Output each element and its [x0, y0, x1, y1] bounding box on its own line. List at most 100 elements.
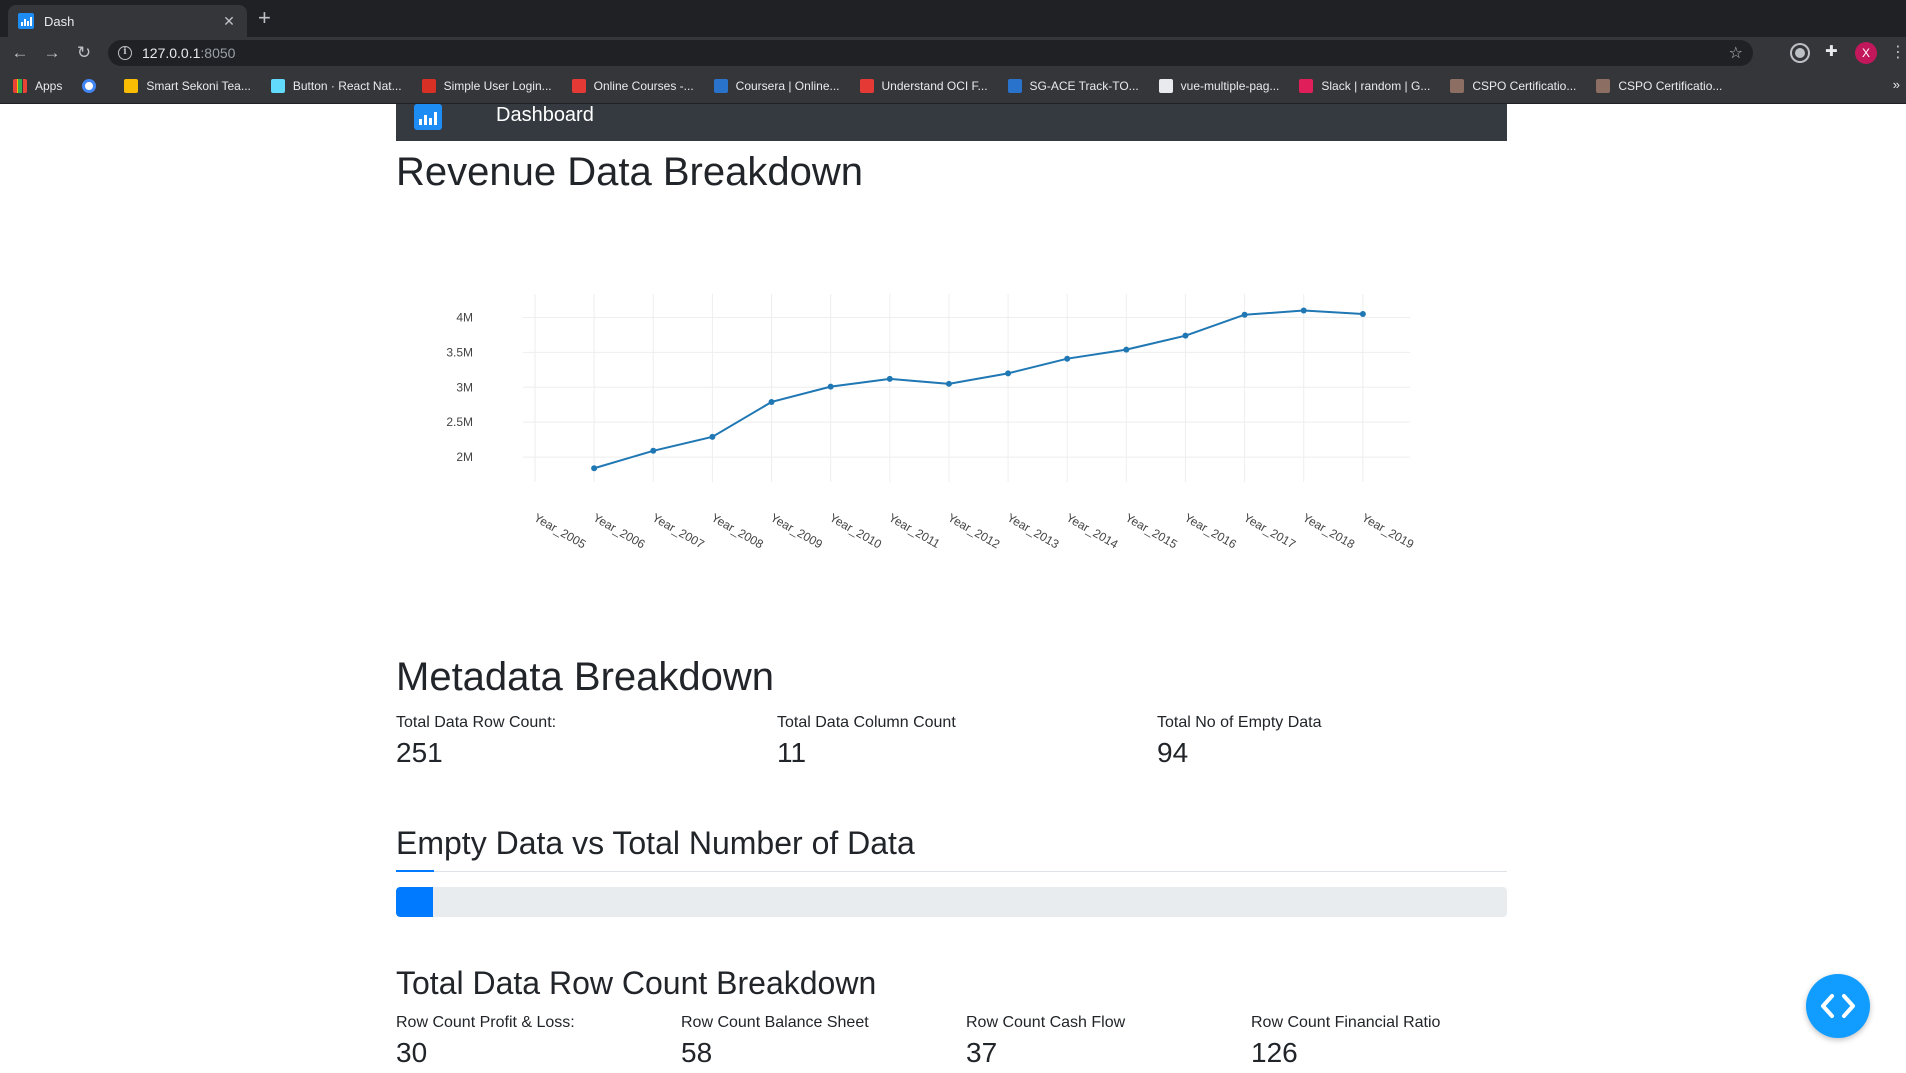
- x-tick-label: Year_2012: [945, 510, 1002, 551]
- bookmark-item[interactable]: SG-ACE Track-TO...: [1007, 78, 1139, 93]
- bookmark-item[interactable]: [82, 78, 104, 93]
- bookmark-item[interactable]: Apps: [13, 78, 62, 93]
- x-tick-label: Year_2011: [886, 510, 942, 551]
- row-count-cash-flow-stat: Row Count Cash Flow 37: [966, 1014, 1125, 1069]
- bookmark-favicon-icon: [1158, 78, 1173, 93]
- row-count-balance-sheet-stat: Row Count Balance Sheet 58: [681, 1014, 869, 1069]
- total-empty-data-stat: Total No of Empty Data 94: [1157, 714, 1322, 769]
- profile-avatar[interactable]: X: [1855, 42, 1877, 64]
- bookmark-item[interactable]: Online Courses -...: [571, 78, 694, 93]
- x-tick-label: Year_2008: [709, 510, 766, 551]
- x-tick-label: Year_2005: [532, 510, 589, 551]
- back-icon[interactable]: ←: [8, 41, 32, 65]
- bookmark-star-icon[interactable]: ☆: [1729, 43, 1743, 63]
- data-point: [1359, 311, 1366, 318]
- x-tick-label: Year_2014: [1064, 510, 1121, 551]
- bookmark-label: Button · React Nat...: [292, 78, 402, 93]
- data-point: [886, 375, 893, 382]
- site-info-icon[interactable]: i: [118, 46, 132, 60]
- bookmark-item[interactable]: Button · React Nat...: [270, 78, 402, 93]
- bookmark-label: Slack | random | G...: [1321, 78, 1431, 93]
- browser-menu-icon[interactable]: ⋮: [1890, 42, 1906, 62]
- extensions-puzzle-icon[interactable]: ✚: [1825, 42, 1841, 60]
- stat-label: Row Count Financial Ratio: [1251, 1014, 1441, 1031]
- revenue-line-chart[interactable]: 2M2.5M3M3.5M4M Year_2005 Year_2006 Year_20…: [396, 290, 1507, 630]
- bookmark-favicon-icon: [82, 78, 97, 93]
- bookmark-item[interactable]: vue-multiple-pag...: [1158, 78, 1279, 93]
- data-point: [1300, 307, 1307, 314]
- browser-toolbar: ← → ↻ i 127.0.0.1:8050 ☆ ✚ X ⋮: [0, 37, 1906, 68]
- dash-debug-button[interactable]: [1806, 974, 1870, 1038]
- x-tick-label: Year_2013: [1005, 510, 1062, 551]
- browser-tabstrip: Dash ✕ +: [0, 0, 1906, 37]
- stat-value: 94: [1157, 737, 1189, 768]
- empty-vs-total-title: Empty Data vs Total Number of Data: [396, 825, 915, 861]
- data-point: [1005, 370, 1012, 377]
- bookmark-item[interactable]: Simple User Login...: [421, 78, 552, 93]
- bookmark-item[interactable]: Coursera | Online...: [713, 78, 840, 93]
- extension-record-icon[interactable]: [1792, 45, 1808, 61]
- address-bar[interactable]: i 127.0.0.1:8050 ☆: [108, 40, 1753, 66]
- url-port: :8050: [200, 45, 236, 61]
- browser-tab[interactable]: Dash ✕: [8, 5, 247, 37]
- close-tab-icon[interactable]: ✕: [221, 13, 237, 30]
- total-row-count-stat: Total Data Row Count: 251: [396, 714, 556, 769]
- bookmark-item[interactable]: CSPO Certificatio...: [1596, 78, 1722, 93]
- revenue-title: Revenue Data Breakdown: [396, 150, 863, 194]
- url-host: 127.0.0.1: [142, 45, 201, 61]
- tab-title: Dash: [44, 13, 75, 29]
- bookmark-label: CSPO Certificatio...: [1472, 78, 1577, 93]
- data-point: [945, 380, 952, 387]
- more-bookmarks-icon[interactable]: »: [1893, 77, 1900, 92]
- apps-grid-icon: [13, 78, 27, 93]
- bookmark-item[interactable]: Understand OCI F...: [859, 78, 988, 93]
- data-point: [591, 465, 598, 472]
- bookmark-favicon-icon: [1299, 78, 1314, 93]
- chart-x-ticks: Year_2005 Year_2006 Year_2007 Year_2008 Year…: [532, 510, 1417, 551]
- data-point: [1182, 332, 1189, 339]
- bookmark-favicon-icon: [1007, 78, 1022, 93]
- bookmark-label: Coursera | Online...: [735, 78, 840, 93]
- forward-icon[interactable]: →: [40, 41, 64, 65]
- bookmark-label: Smart Sekoni Tea...: [146, 78, 251, 93]
- stat-label: Row Count Balance Sheet: [681, 1014, 869, 1031]
- bookmark-item[interactable]: Slack | random | G...: [1299, 78, 1431, 93]
- y-tick-label: 4M: [456, 311, 473, 325]
- y-tick-label: 3.5M: [446, 345, 473, 359]
- new-tab-icon[interactable]: +: [258, 6, 271, 30]
- y-tick-label: 2.5M: [446, 415, 473, 429]
- reload-icon[interactable]: ↻: [72, 41, 96, 65]
- data-point: [650, 447, 657, 454]
- stat-value: 37: [966, 1037, 998, 1068]
- bookmark-favicon-icon: [859, 78, 874, 93]
- navbar-brand[interactable]: Dashboard: [496, 104, 594, 127]
- section-divider: [396, 871, 1507, 872]
- bookmarks-bar: Apps Smart Sekoni Tea... Button · React Na…: [0, 68, 1906, 104]
- x-tick-label: Year_2006: [591, 510, 648, 551]
- metadata-title: Metadata Breakdown: [396, 655, 775, 699]
- stat-label: Total No of Empty Data: [1157, 714, 1322, 731]
- bookmark-item[interactable]: Smart Sekoni Tea...: [124, 78, 251, 93]
- bookmark-favicon-icon: [270, 78, 285, 93]
- active-tab-indicator: [396, 870, 434, 872]
- progress-bar-fill: [396, 887, 433, 917]
- bookmark-favicon-icon: [124, 78, 139, 93]
- code-brackets-icon: [1821, 994, 1855, 1018]
- stat-value: 11: [777, 737, 807, 768]
- data-point: [768, 398, 775, 405]
- stat-label: Total Data Column Count: [777, 714, 956, 731]
- x-tick-label: Year_2010: [827, 510, 884, 551]
- data-point: [1241, 311, 1248, 318]
- dashboard-logo-icon[interactable]: [414, 104, 442, 130]
- bookmark-item[interactable]: CSPO Certificatio...: [1450, 78, 1577, 93]
- stat-value: 126: [1251, 1037, 1298, 1068]
- chart-y-ticks: 2M 2.5M 3M 3.5M 4M: [446, 311, 473, 465]
- stat-value: 58: [681, 1037, 713, 1068]
- bookmark-favicon-icon: [571, 78, 586, 93]
- x-tick-label: Year_2009: [768, 510, 825, 551]
- series-points: [591, 307, 1366, 472]
- stat-label: Total Data Row Count:: [396, 714, 557, 731]
- bookmark-favicon-icon: [1450, 78, 1465, 93]
- chart-grid: [523, 294, 1410, 482]
- empty-data-progress: [396, 887, 1507, 917]
